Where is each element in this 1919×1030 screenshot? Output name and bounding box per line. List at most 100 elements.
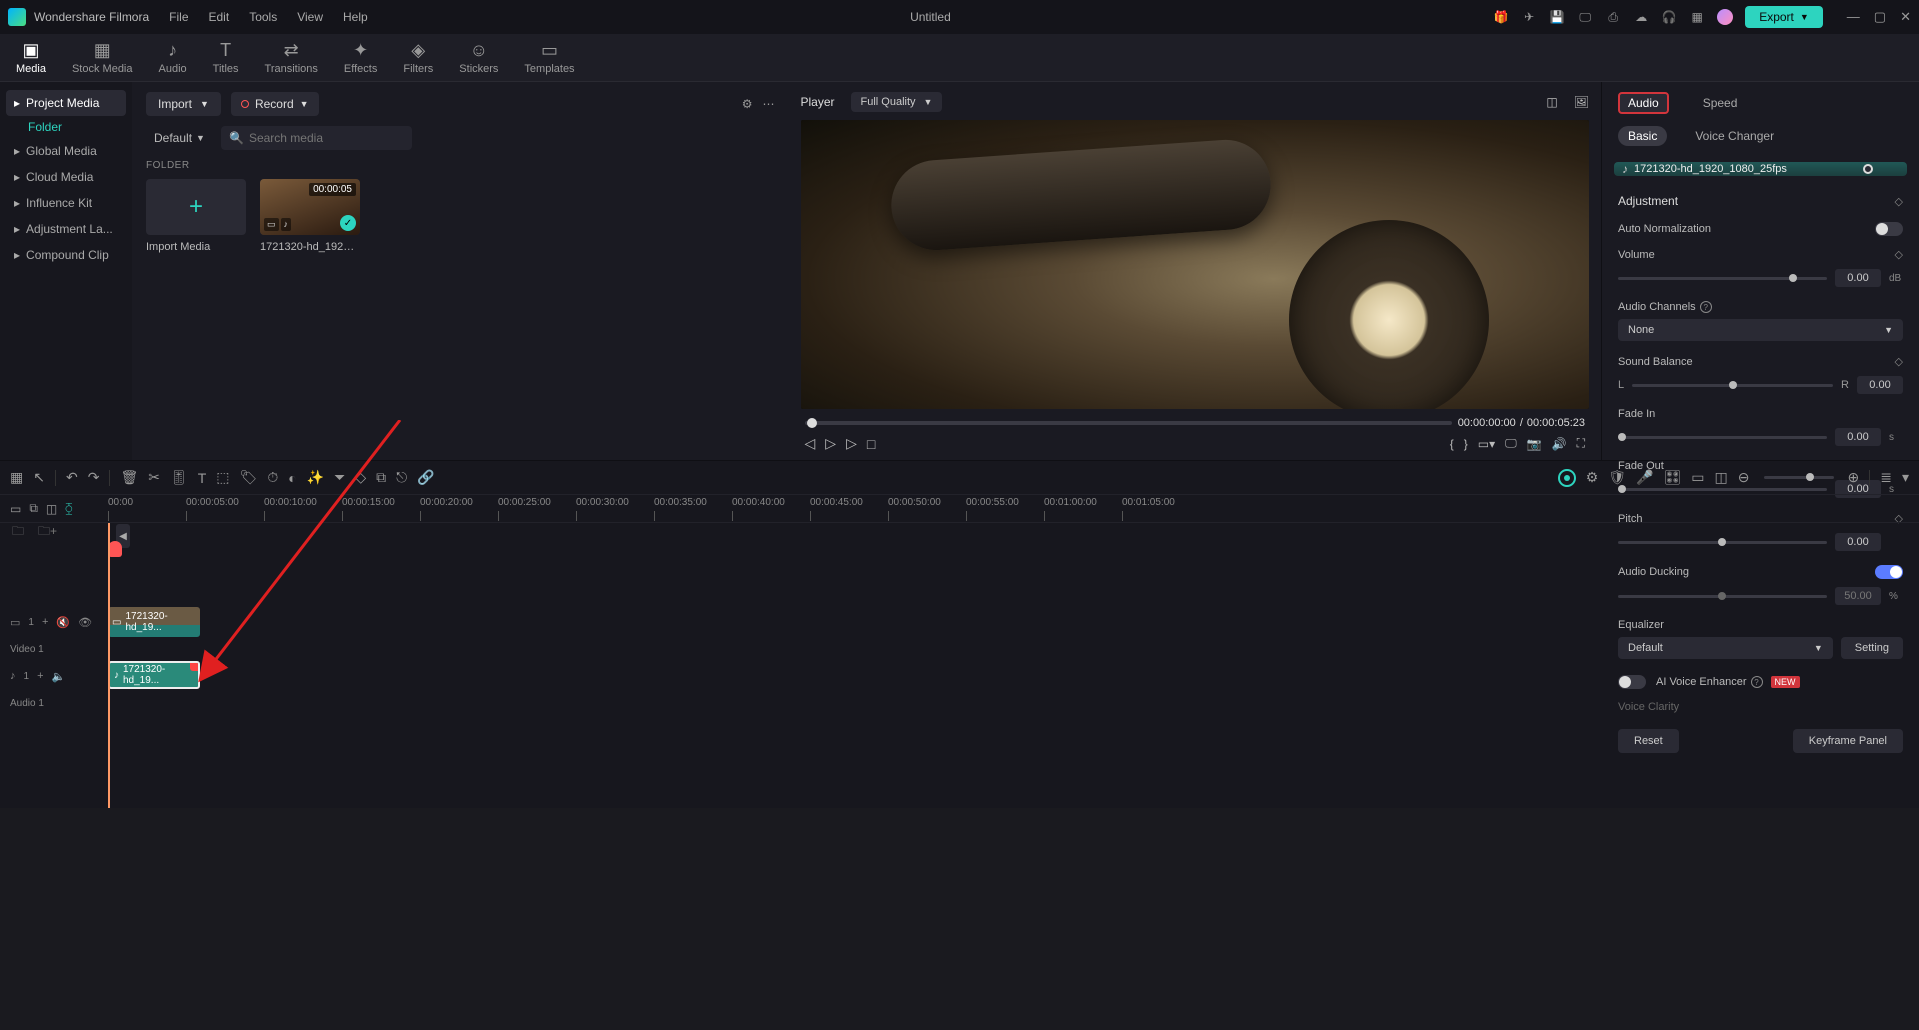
snapshot-icon[interactable]: ⎙ <box>1605 9 1621 25</box>
media-clip-card[interactable]: 00:00:05 ▭♪ ✓ 1721320-hd_1920_108... <box>260 179 360 253</box>
safe-zone-icon[interactable]: 🛡 <box>1608 469 1626 486</box>
timeline-ruler[interactable]: 00:00 00:00:05:00 00:00:10:00 00:00:15:0… <box>108 495 1919 523</box>
tab-speed-inspector[interactable]: Speed <box>1693 92 1748 114</box>
next-frame-icon[interactable]: ▷ <box>846 435 857 452</box>
track-header-icon-2[interactable]: ⧉ <box>29 501 38 516</box>
close-icon[interactable]: ✕ <box>1900 9 1911 25</box>
marker-icon[interactable]: ⏷ <box>334 469 345 486</box>
video-track-icon[interactable]: ▭ <box>10 616 20 629</box>
apps-icon[interactable]: ▦ <box>1689 9 1705 25</box>
group-icon[interactable]: ⧉ <box>376 469 386 486</box>
audio-waveform-block[interactable]: ♪ 1721320-hd_1920_1080_25fps <box>1614 162 1907 176</box>
add-track-icon[interactable]: + <box>42 616 48 628</box>
avatar[interactable] <box>1717 9 1733 25</box>
headphones-icon[interactable]: 🎧 <box>1661 9 1677 25</box>
menu-file[interactable]: File <box>169 10 188 24</box>
camera-icon[interactable]: 📷 <box>1527 437 1542 451</box>
tune-icon[interactable]: 🎚 <box>170 469 188 486</box>
tab-transitions[interactable]: ⇄Transitions <box>261 38 322 77</box>
panel-icon[interactable]: ◫ <box>1715 469 1728 486</box>
add-audio-track-icon[interactable]: + <box>37 670 43 682</box>
track-header-icon-1[interactable]: ▭ <box>10 502 21 516</box>
tab-effects[interactable]: ✦Effects <box>340 38 381 77</box>
fadeout-slider[interactable] <box>1618 488 1827 491</box>
menu-help[interactable]: Help <box>343 10 368 24</box>
tab-titles[interactable]: TTitles <box>209 38 243 77</box>
menu-tools[interactable]: Tools <box>249 10 277 24</box>
zoom-out-icon[interactable]: ⊖ <box>1738 469 1750 486</box>
sidebar-item-compound-clip[interactable]: ▸Compound Clip <box>6 242 126 268</box>
quality-dropdown[interactable]: Full Quality▼ <box>851 92 943 112</box>
monitor-icon[interactable]: 🖵 <box>1577 9 1593 25</box>
tab-templates[interactable]: ▭Templates <box>520 38 578 77</box>
maximize-icon[interactable]: ▢ <box>1874 9 1886 25</box>
video-clip[interactable]: ▭1721320-hd_19... <box>108 607 200 637</box>
subtab-basic[interactable]: Basic <box>1618 126 1667 146</box>
volume-value[interactable]: 0.00 <box>1835 269 1881 287</box>
picture-icon[interactable]: 🖼 <box>1574 95 1589 109</box>
menu-view[interactable]: View <box>297 10 323 24</box>
volume-icon[interactable]: 🔊 <box>1552 437 1567 451</box>
ratio-icon[interactable]: ▭▾ <box>1478 437 1495 451</box>
search-input[interactable] <box>221 126 412 150</box>
preview-scrubber[interactable] <box>805 421 1452 425</box>
preview-viewport[interactable] <box>801 120 1590 409</box>
sort-dropdown[interactable]: Default▼ <box>146 127 213 149</box>
volume-slider[interactable] <box>1618 277 1827 280</box>
undo-icon[interactable]: ↶ <box>66 469 78 486</box>
playhead[interactable] <box>108 523 110 808</box>
cut-icon[interactable]: ✂ <box>148 469 160 486</box>
gear-icon[interactable]: ⚙ <box>1586 469 1599 486</box>
fadein-value[interactable]: 0.00 <box>1835 428 1881 446</box>
key-icon[interactable]: ◇ <box>355 469 366 486</box>
sidebar-item-influence-kit[interactable]: ▸Influence Kit <box>6 190 126 216</box>
record-button[interactable]: Record▼ <box>231 92 319 116</box>
minimize-icon[interactable]: — <box>1847 9 1860 25</box>
tag-icon[interactable]: 🏷 <box>240 469 258 486</box>
link-icon[interactable]: 🔗 <box>417 469 434 486</box>
tab-stickers[interactable]: ☺Stickers <box>455 38 502 77</box>
subtab-voice-changer[interactable]: Voice Changer <box>1685 126 1784 146</box>
tab-audio[interactable]: ♪Audio <box>155 38 191 77</box>
mark-in-icon[interactable]: { <box>1450 437 1454 451</box>
tab-filters[interactable]: ◈Filters <box>399 38 437 77</box>
tab-audio-inspector[interactable]: Audio <box>1618 92 1669 114</box>
speed-icon[interactable]: ⏱ <box>267 469 278 486</box>
ai-icon[interactable]: ✨ <box>307 469 324 486</box>
tab-media[interactable]: ▣Media <box>12 38 50 77</box>
audio-clip[interactable]: ♪1721320-hd_19... <box>108 661 200 689</box>
import-button[interactable]: Import▼ <box>146 92 221 116</box>
view-list-icon[interactable]: ≣ <box>1880 469 1892 486</box>
marker-icon[interactable] <box>108 541 122 557</box>
balance-slider[interactable] <box>1632 384 1833 387</box>
filter-icon[interactable]: ⚙ <box>742 97 753 111</box>
audio-mute-icon[interactable]: 🔈 <box>52 670 66 683</box>
sidebar-sub-folder[interactable]: Folder <box>6 116 126 138</box>
fadein-slider[interactable] <box>1618 436 1827 439</box>
track-header-icon-3[interactable]: ◫ <box>46 502 57 516</box>
tab-stock-media[interactable]: ▦Stock Media <box>68 38 137 77</box>
mic-icon[interactable]: 🎤 <box>1636 469 1653 486</box>
compare-icon[interactable]: ◫ <box>1546 95 1557 109</box>
mixer-icon[interactable]: 🎛 <box>1664 469 1682 486</box>
visibility-icon[interactable]: 👁 <box>78 616 92 629</box>
import-media-card[interactable]: + Import Media <box>146 179 246 253</box>
audio-track-icon[interactable]: ♪ <box>10 670 16 682</box>
sidebar-item-global-media[interactable]: ▸Global Media <box>6 138 126 164</box>
text-icon[interactable]: T <box>198 470 207 486</box>
view-options-icon[interactable]: ▾ <box>1902 469 1909 486</box>
sidebar-item-project-media[interactable]: ▸Project Media <box>6 90 126 116</box>
auto-normalization-toggle[interactable] <box>1875 222 1903 236</box>
display-icon[interactable]: 🖵 <box>1505 436 1517 451</box>
volume-keyframe-icon[interactable]: ◇ <box>1895 248 1903 261</box>
gift-icon[interactable]: 🎁 <box>1493 9 1509 25</box>
send-icon[interactable]: ✈ <box>1521 9 1537 25</box>
waveform-handle[interactable] <box>1863 164 1873 174</box>
color-icon[interactable]: ◐ <box>288 470 296 486</box>
render-indicator[interactable] <box>1558 469 1576 487</box>
delete-icon[interactable]: 🗑 <box>120 469 138 486</box>
pointer-icon[interactable]: ↖ <box>33 469 45 486</box>
zoom-slider[interactable] <box>1764 476 1834 479</box>
timeline-tracks[interactable]: ▭1 + 🔇 👁 ▭1721320-hd_19... Video 1 ♪1 + … <box>0 523 1919 808</box>
balance-keyframe-icon[interactable]: ◇ <box>1895 355 1903 368</box>
